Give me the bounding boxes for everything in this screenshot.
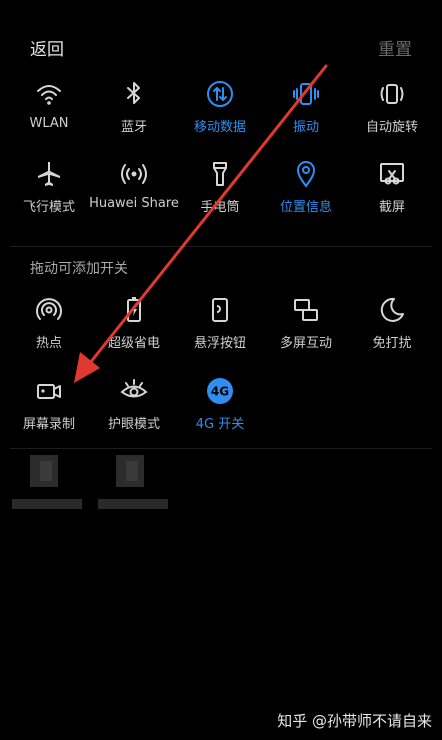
tile-floating-button[interactable]: 悬浮按钮 bbox=[178, 296, 262, 366]
airplane-icon bbox=[35, 160, 63, 188]
watermark: 知乎 @孙带师不请自来 bbox=[277, 712, 432, 730]
battery-saver-icon bbox=[120, 296, 148, 324]
bluetooth-icon bbox=[120, 80, 148, 108]
wifi-icon bbox=[35, 80, 63, 108]
screen-record-icon bbox=[35, 377, 63, 405]
available-tiles-row-2: 屏幕录制 护眼模式 4G 4G 开关 bbox=[0, 377, 442, 447]
tile-huawei-share[interactable]: Huawei Share bbox=[89, 160, 179, 230]
tile-location[interactable]: 位置信息 bbox=[264, 160, 348, 230]
tile-label: 自动旋转 bbox=[365, 120, 418, 135]
section-title: 拖动可添加开关 bbox=[30, 261, 128, 277]
divider bbox=[10, 448, 432, 449]
4g-icon-text: 4G bbox=[211, 385, 229, 399]
tile-screenshot[interactable]: 截屏 bbox=[350, 160, 434, 230]
tile-label: 免打扰 bbox=[372, 336, 412, 351]
tile-label: 多屏互动 bbox=[279, 336, 332, 351]
obscured-tile bbox=[10, 455, 82, 515]
active-tiles-row-2: 飞行模式 Huawei Share 手电筒 位置信息 截屏 bbox=[0, 160, 442, 230]
available-tiles-row-1: 热点 超级省电 悬浮按钮 多屏互动 免打扰 bbox=[0, 296, 442, 366]
location-icon bbox=[292, 160, 320, 188]
tile-auto-rotate[interactable]: 自动旋转 bbox=[350, 80, 434, 150]
4g-icon: 4G bbox=[206, 377, 234, 405]
tile-label: 护眼模式 bbox=[107, 417, 160, 432]
divider bbox=[10, 246, 432, 247]
tile-battery-saver[interactable]: 超级省电 bbox=[92, 296, 176, 366]
tile-hotspot[interactable]: 热点 bbox=[7, 296, 91, 366]
multi-screen-icon bbox=[292, 296, 320, 324]
tile-flashlight[interactable]: 手电筒 bbox=[178, 160, 262, 230]
tile-label: 移动数据 bbox=[193, 120, 246, 135]
tile-label: 振动 bbox=[292, 120, 319, 135]
vibrate-icon bbox=[292, 80, 320, 108]
tile-label: 截屏 bbox=[378, 200, 405, 215]
tile-multi-screen[interactable]: 多屏互动 bbox=[264, 296, 348, 366]
tile-label: 4G 开关 bbox=[195, 417, 245, 432]
hotspot-icon bbox=[35, 296, 63, 324]
tile-mobile-data[interactable]: 移动数据 bbox=[178, 80, 262, 150]
do-not-disturb-icon bbox=[378, 296, 406, 324]
tile-airplane[interactable]: 飞行模式 bbox=[7, 160, 91, 230]
tile-label: 悬浮按钮 bbox=[193, 336, 246, 351]
tile-label: 蓝牙 bbox=[120, 120, 147, 135]
floating-button-icon bbox=[206, 296, 234, 324]
tile-label: 手电筒 bbox=[200, 200, 240, 215]
reset-button[interactable]: 重置 bbox=[378, 35, 412, 60]
tile-do-not-disturb[interactable]: 免打扰 bbox=[350, 296, 434, 366]
tile-4g-switch[interactable]: 4G 4G 开关 bbox=[178, 377, 262, 447]
tile-vibrate[interactable]: 振动 bbox=[264, 80, 348, 150]
active-tiles-row-1: WLAN 蓝牙 移动数据 振动 自动旋转 bbox=[0, 80, 442, 150]
tile-label: Huawei Share bbox=[89, 196, 179, 211]
header: 返回 重置 bbox=[0, 0, 442, 90]
auto-rotate-icon bbox=[378, 80, 406, 108]
obscured-tile bbox=[96, 455, 168, 515]
tile-wlan[interactable]: WLAN bbox=[7, 80, 91, 150]
mobile-data-icon bbox=[206, 80, 234, 108]
flashlight-icon bbox=[206, 160, 234, 188]
eye-comfort-icon bbox=[120, 377, 148, 405]
tile-label: 超级省电 bbox=[107, 336, 160, 351]
tile-label: 位置信息 bbox=[279, 200, 332, 215]
back-button[interactable]: 返回 bbox=[30, 35, 64, 60]
tile-screen-record[interactable]: 屏幕录制 bbox=[7, 377, 91, 447]
tile-bluetooth[interactable]: 蓝牙 bbox=[92, 80, 176, 150]
huawei-share-icon bbox=[120, 160, 148, 188]
tile-eye-comfort[interactable]: 护眼模式 bbox=[92, 377, 176, 447]
screenshot-icon bbox=[378, 160, 406, 188]
